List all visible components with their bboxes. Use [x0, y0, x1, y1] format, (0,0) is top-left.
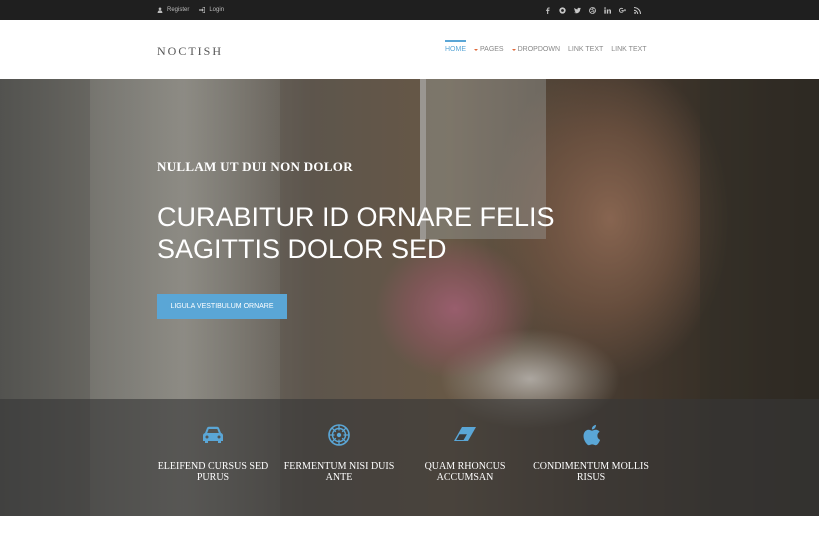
nav-item-home[interactable]: HOME	[445, 40, 466, 53]
hero-section: NULLAM UT DUI NON DOLOR CURABITUR ID ORN…	[0, 79, 819, 516]
cta-button[interactable]: LIGULA VESTIBULUM ORNARE	[157, 294, 287, 319]
feature-title: FERMENTUM NISI DUIS ANTE	[283, 461, 395, 483]
register-link[interactable]: Register	[157, 7, 189, 13]
sign-in-icon	[199, 7, 206, 13]
social-links	[544, 0, 641, 20]
site-logo[interactable]: NOCTISH	[157, 44, 223, 59]
nav-item-label: PAGES	[480, 46, 504, 53]
feature-item[interactable]: ELEIFEND CURSUS SED PURUS	[148, 423, 278, 483]
hero-headline: CURABITUR ID ORNARE FELIS SAGITTIS DOLOR…	[157, 202, 555, 264]
nav-item-label: HOME	[445, 46, 466, 53]
nav-item-pages[interactable]: PAGES	[474, 46, 504, 53]
nav-item-dropdown[interactable]: DROPDOWN	[511, 46, 560, 53]
features-strip: ELEIFEND CURSUS SED PURUS FERMENTUM NISI…	[0, 399, 819, 516]
feature-item[interactable]: QUAM RHONCUS ACCUMSAN	[400, 423, 530, 483]
apple-icon	[577, 423, 605, 447]
auth-links: Register Login	[157, 0, 224, 20]
rss-icon[interactable]	[634, 6, 641, 14]
nav-item-label: LINK TEXT	[611, 46, 647, 53]
register-label: Register	[167, 7, 190, 13]
feature-item[interactable]: CONDIMENTUM MOLLIS RISUS	[526, 423, 656, 483]
top-bar: Register Login	[0, 0, 819, 20]
nav-item-label: DROPDOWN	[517, 46, 560, 53]
caret-down-icon	[474, 48, 478, 51]
user-icon	[157, 7, 163, 13]
main-nav: HOME PAGES DROPDOWN LINK TEXT LINK TEXT	[445, 40, 647, 53]
nav-item-label: LINK TEXT	[568, 46, 604, 53]
nav-item-link-text-2[interactable]: LINK TEXT	[611, 46, 646, 53]
feature-title: ELEIFEND CURSUS SED PURUS	[157, 461, 269, 483]
facebook-icon[interactable]	[544, 6, 551, 14]
feature-item[interactable]: FERMENTUM NISI DUIS ANTE	[274, 423, 404, 483]
google-plus-icon[interactable]	[619, 7, 626, 14]
login-link[interactable]: Login	[199, 7, 224, 13]
car-icon	[199, 423, 227, 447]
linkedin-icon[interactable]	[604, 6, 611, 14]
hero-subtitle: NULLAM UT DUI NON DOLOR	[157, 159, 353, 174]
pinterest-icon[interactable]	[559, 6, 566, 14]
feature-title: CONDIMENTUM MOLLIS RISUS	[533, 461, 649, 483]
caret-down-icon	[511, 48, 516, 51]
login-label: Login	[209, 7, 225, 13]
twitter-icon[interactable]	[574, 7, 581, 14]
dribbble-icon[interactable]	[589, 6, 596, 14]
feature-title: QUAM RHONCUS ACCUMSAN	[424, 461, 506, 483]
site-header: NOCTISH HOME PAGES DROPDOWN LINK TEXT LI…	[0, 20, 819, 78]
eraser-icon	[451, 423, 479, 447]
empire-icon	[325, 423, 353, 447]
nav-item-link-text-1[interactable]: LINK TEXT	[568, 46, 603, 53]
